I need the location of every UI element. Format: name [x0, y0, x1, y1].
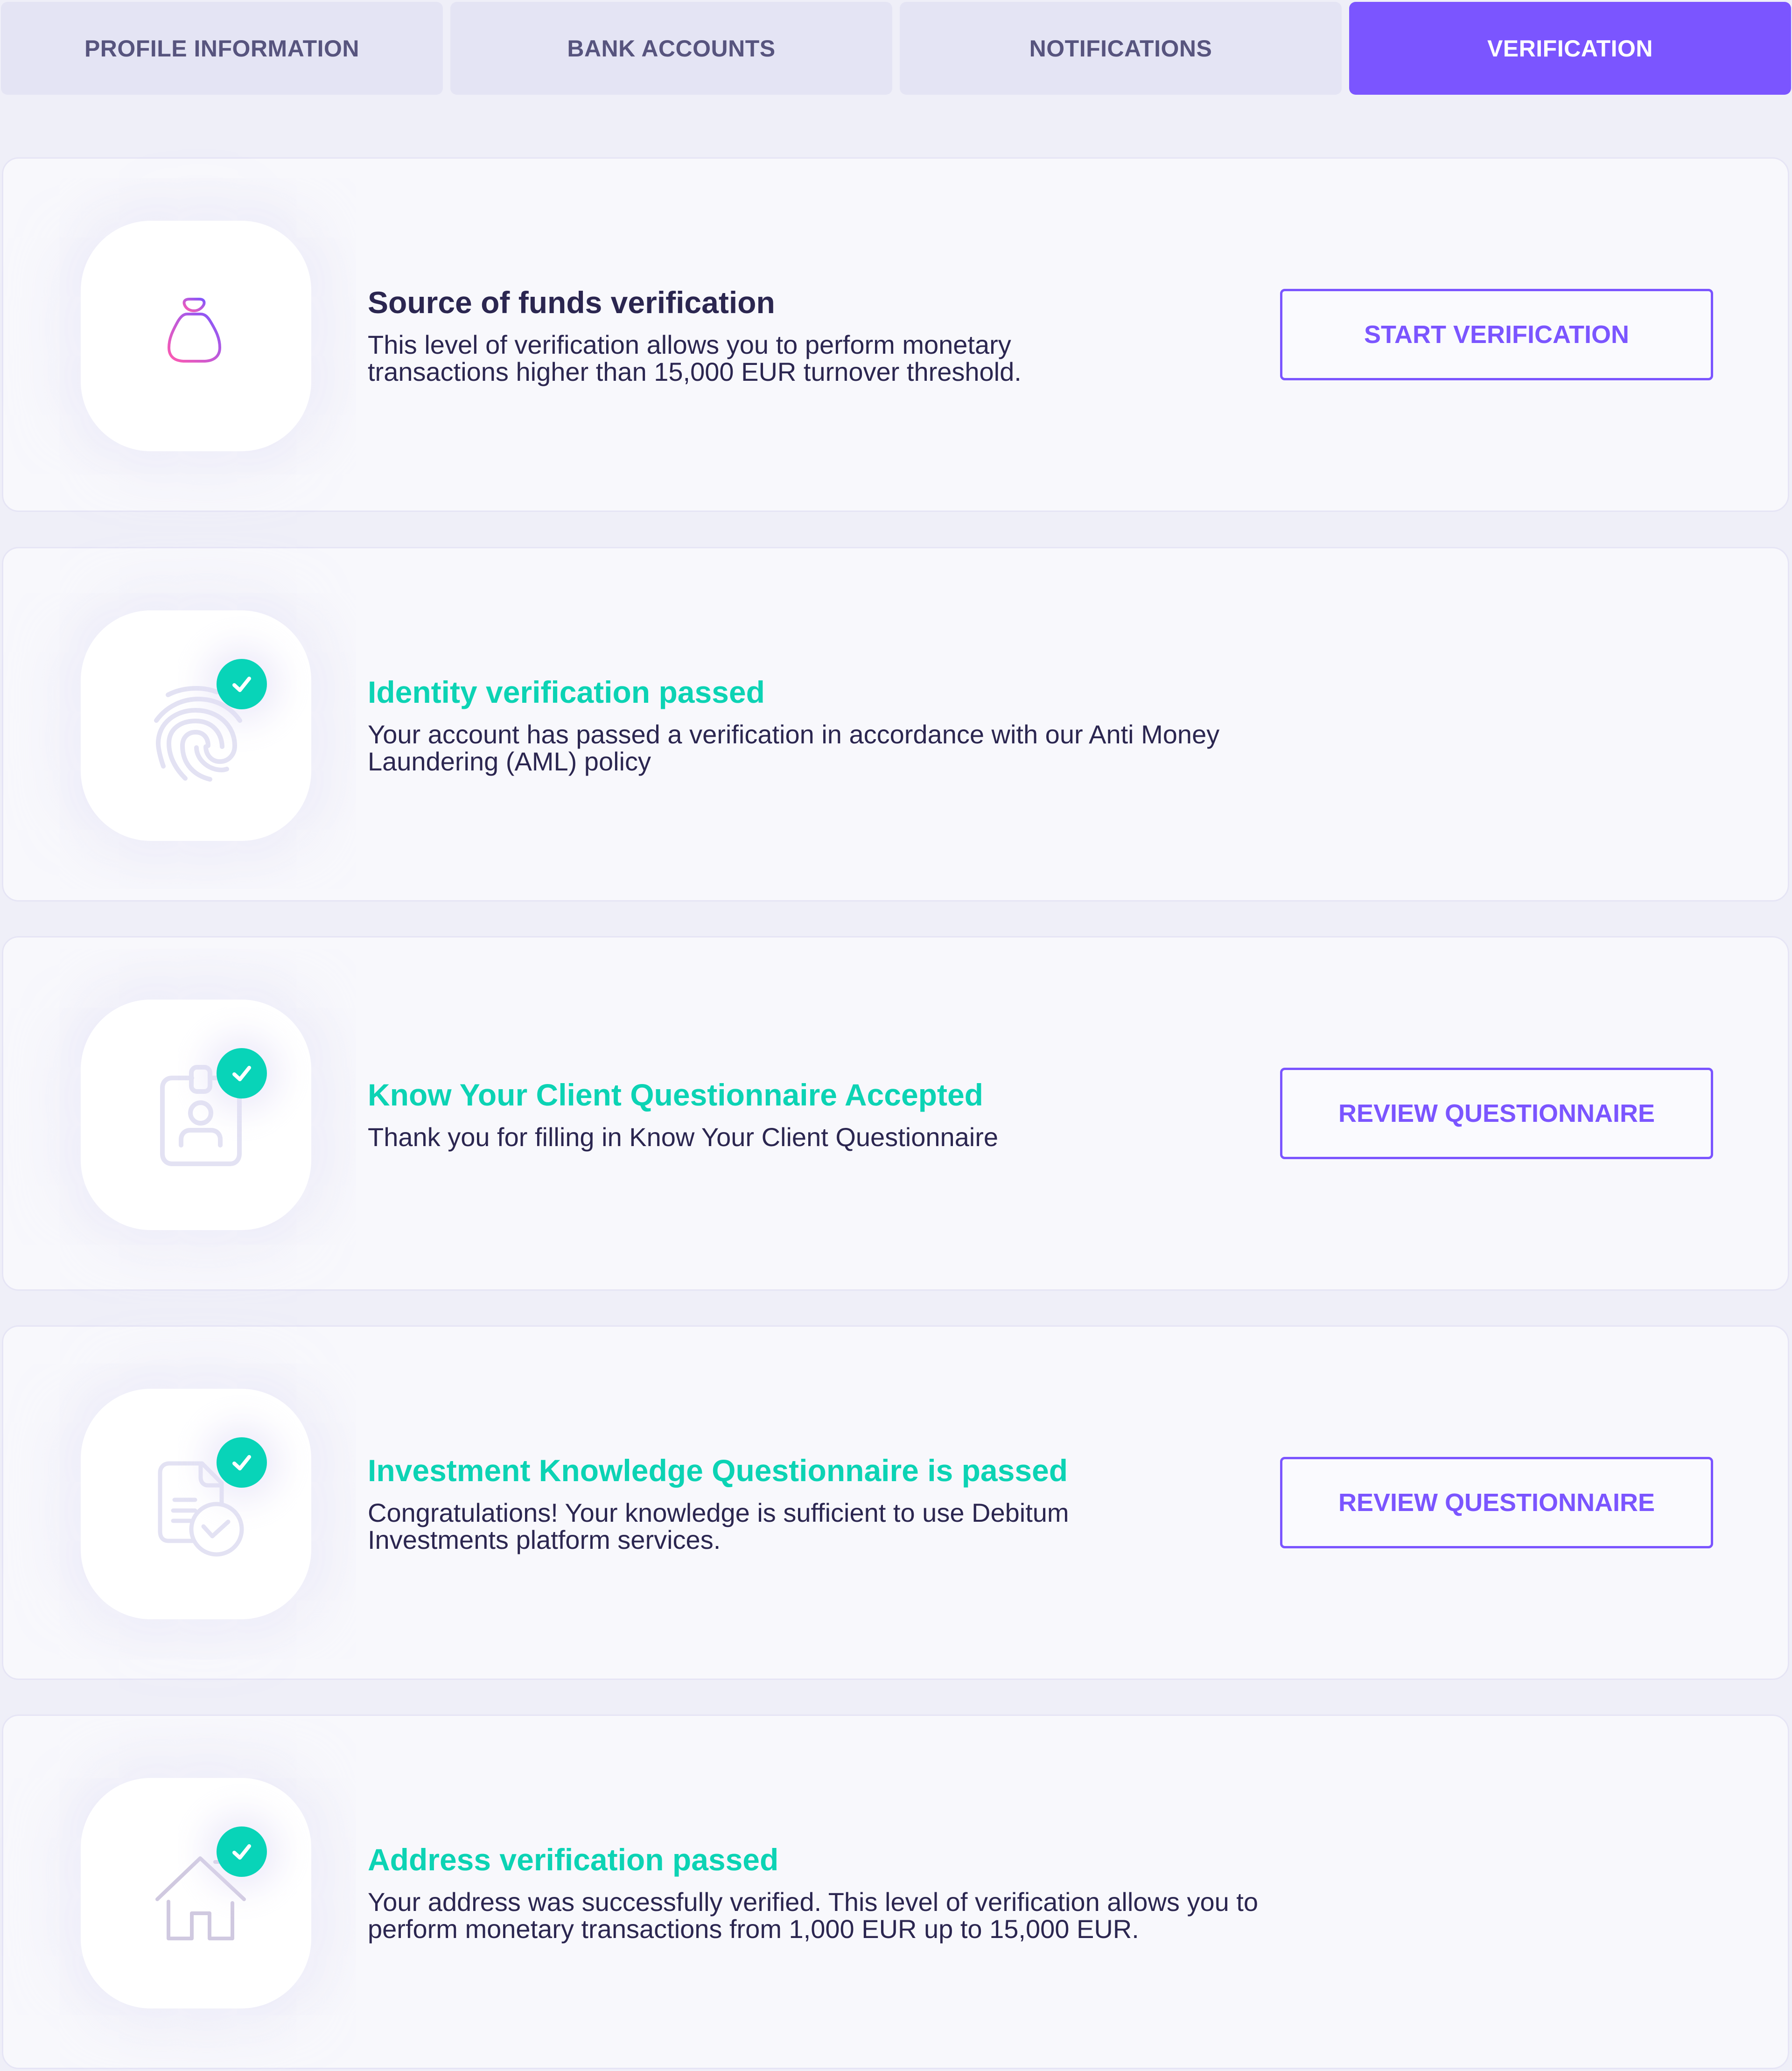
investment-knowledge-card: Investment Knowledge Questionnaire is pa… — [2, 1325, 1789, 1680]
card-text: Investment Knowledge Questionnaire is pa… — [368, 1327, 1301, 1679]
settings-tabs: PROFILE INFORMATION BANK ACCOUNTS NOTIFI… — [0, 2, 1792, 95]
check-icon — [232, 1844, 251, 1860]
card-description: Your account has passed a verification i… — [368, 720, 1220, 776]
card-text: Identity verification passed Your accoun… — [368, 548, 1301, 900]
card-description: Thank you for filling in Know Your Clien… — [368, 1122, 998, 1152]
start-verification-button[interactable]: START VERIFICATION — [1280, 289, 1713, 380]
review-kyc-questionnaire-button[interactable]: REVIEW QUESTIONNAIRE — [1280, 1068, 1713, 1159]
card-text: Address verification passed Your address… — [368, 1716, 1301, 2068]
passed-badge — [217, 1437, 267, 1488]
check-icon — [232, 677, 251, 692]
card-description: Congratulations! Your knowledge is suffi… — [368, 1498, 1069, 1554]
icon-container — [81, 221, 311, 451]
identity-verification-card: Identity verification passed Your accoun… — [2, 547, 1789, 902]
card-title: Investment Knowledge Questionnaire is pa… — [368, 1453, 1068, 1488]
icon-container — [81, 1389, 311, 1619]
tab-bank-accounts[interactable]: BANK ACCOUNTS — [450, 2, 892, 95]
check-icon — [232, 1455, 251, 1470]
card-title: Address verification passed — [368, 1842, 779, 1877]
address-verification-card: Address verification passed Your address… — [2, 1714, 1789, 2069]
tab-profile-information[interactable]: PROFILE INFORMATION — [1, 2, 443, 95]
icon-container — [81, 1778, 311, 2008]
tab-verification[interactable]: VERIFICATION — [1349, 2, 1791, 95]
id-badge-icon — [160, 1065, 242, 1166]
document-check-icon — [158, 1461, 244, 1557]
card-text: Source of funds verification This level … — [368, 159, 1301, 511]
icon-container — [81, 610, 311, 841]
check-icon — [232, 1066, 251, 1081]
house-icon — [155, 1856, 246, 1940]
icon-container — [81, 1000, 311, 1230]
review-investment-questionnaire-button[interactable]: REVIEW QUESTIONNAIRE — [1280, 1457, 1713, 1548]
card-title: Identity verification passed — [368, 675, 765, 709]
passed-badge — [217, 1826, 267, 1877]
card-title: Know Your Client Questionnaire Accepted — [368, 1077, 983, 1112]
card-text: Know Your Client Questionnaire Accepted … — [368, 938, 1301, 1289]
tab-notifications[interactable]: NOTIFICATIONS — [900, 2, 1342, 95]
card-description: Your address was successfully verified. … — [368, 1887, 1258, 1944]
money-bag-icon — [168, 298, 221, 363]
passed-badge — [217, 1048, 267, 1098]
fingerprint-icon — [154, 686, 242, 782]
kyc-questionnaire-card: Know Your Client Questionnaire Accepted … — [2, 936, 1789, 1291]
card-title: Source of funds verification — [368, 285, 775, 320]
passed-badge — [217, 659, 267, 709]
card-description: This level of verification allows you to… — [368, 330, 1022, 386]
source-of-funds-card: Source of funds verification This level … — [2, 157, 1789, 512]
